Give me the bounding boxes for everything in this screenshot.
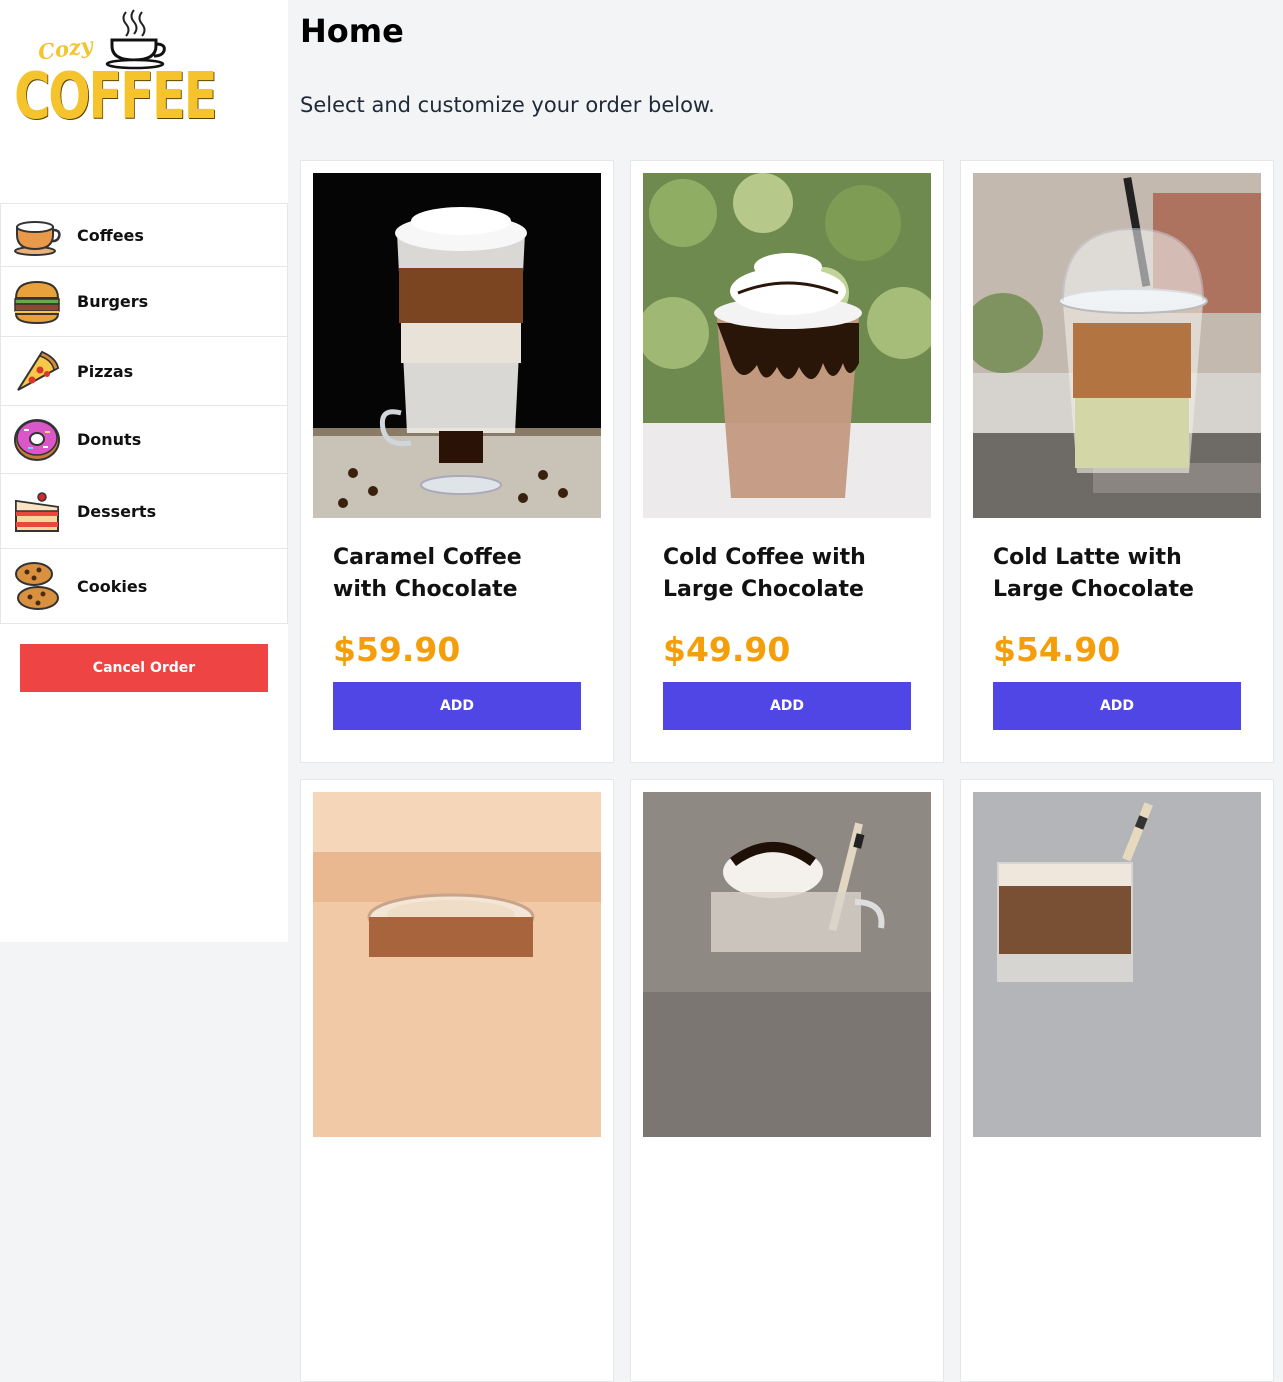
brand-logo[interactable]: Cozy COFFEE xyxy=(12,8,218,158)
burger-icon xyxy=(11,276,63,328)
donut-icon xyxy=(11,414,63,466)
product-name: Cold Latte with Large Chocolate xyxy=(993,545,1194,602)
product-card: Cold Latte with Large Chocolate $54.90 A… xyxy=(960,160,1274,763)
menu-item-donuts[interactable]: Donuts xyxy=(0,405,288,473)
product-image[interactable] xyxy=(973,173,1261,518)
menu-item-coffees[interactable]: Coffees xyxy=(0,203,288,266)
menu-label: Cookies xyxy=(77,576,148,596)
menu-label: Desserts xyxy=(77,501,157,521)
page-subtitle: Select and customize your order below. xyxy=(300,93,715,117)
product-price: $54.90 xyxy=(993,630,1121,669)
coffee-cup-logo-icon xyxy=(105,9,166,70)
product-image[interactable] xyxy=(973,792,1261,1137)
product-card: Caramel Coffee with Chocolate $59.90 ADD xyxy=(300,160,614,763)
menu-label: Burgers xyxy=(77,292,149,311)
menu-label: Coffees xyxy=(77,225,144,245)
main-content: Home Select and customize your order bel… xyxy=(300,0,1283,1382)
cookie-icon xyxy=(11,560,63,612)
category-menu: Coffees Burgers Pizzas Donuts Desserts C… xyxy=(0,203,288,624)
menu-item-desserts[interactable]: Desserts xyxy=(0,473,288,548)
sidebar: Cozy COFFEE Coffees Burgers Pizzas Donut… xyxy=(0,0,288,942)
cake-icon xyxy=(11,485,63,537)
menu-label: Donuts xyxy=(77,430,142,449)
add-button[interactable]: ADD xyxy=(993,682,1241,730)
product-image[interactable] xyxy=(313,792,601,1137)
page-title: Home xyxy=(300,12,404,50)
menu-item-cookies[interactable]: Cookies xyxy=(0,548,288,624)
menu-item-pizzas[interactable]: Pizzas xyxy=(0,336,288,405)
pizza-icon xyxy=(11,345,63,397)
product-card xyxy=(300,779,614,1382)
add-button[interactable]: ADD xyxy=(333,682,581,730)
menu-label: Pizzas xyxy=(77,361,134,381)
product-card xyxy=(960,779,1274,1382)
coffee-cup-icon xyxy=(11,209,63,261)
product-price: $49.90 xyxy=(663,630,791,669)
product-image[interactable] xyxy=(643,173,931,518)
cancel-order-button[interactable]: Cancel Order xyxy=(20,644,268,692)
product-image[interactable] xyxy=(643,792,931,1137)
brand-large: COFFEE xyxy=(14,60,218,134)
menu-item-burgers[interactable]: Burgers xyxy=(0,266,288,336)
product-name: Caramel Coffee with Chocolate xyxy=(333,545,522,602)
add-button[interactable]: ADD xyxy=(663,682,911,730)
product-grid: Caramel Coffee with Chocolate $59.90 ADD xyxy=(300,160,1274,1382)
product-card xyxy=(630,779,944,1382)
product-card: Cold Coffee with Large Chocolate $49.90 … xyxy=(630,160,944,763)
product-name: Cold Coffee with Large Chocolate xyxy=(663,545,866,602)
product-image[interactable] xyxy=(313,173,601,518)
product-price: $59.90 xyxy=(333,630,461,669)
